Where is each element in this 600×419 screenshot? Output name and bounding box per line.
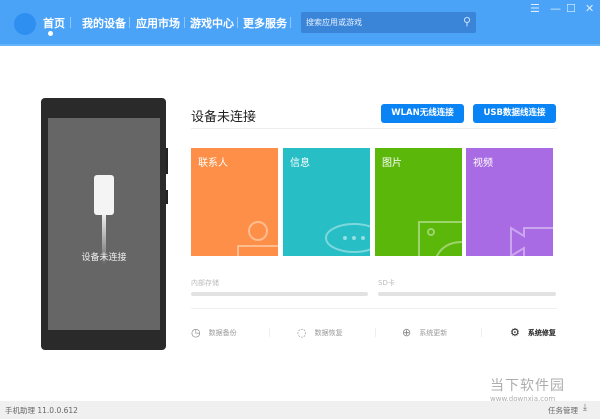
contact-icon [237,221,278,256]
tile-messages[interactable]: 信息 [283,148,370,256]
divider [237,17,238,28]
search-placeholder: 搜索应用或游戏 [306,18,362,27]
divider [191,308,557,309]
task-manager-link[interactable]: 任务管理 [548,405,578,416]
restore-icon: ◌ [297,326,307,339]
nav-app-market[interactable]: 应用市场 [136,15,180,31]
divider [129,17,130,28]
phone-side-key [166,190,168,204]
message-icon [325,223,370,253]
nav-more-services[interactable]: 更多服务 [243,15,287,31]
version-text: 手机助理 11.0.0.612 [5,406,78,415]
status-bar: 手机助理 11.0.0.612 任务管理 ⤓ [0,401,600,419]
internal-storage-label: 内部存储 [191,279,219,287]
system-repair-button[interactable]: ⚙ 系统修复 [510,326,556,339]
tile-label: 视频 [473,158,493,169]
usb-plug-icon [94,175,114,215]
maximize-icon[interactable]: ☐ [566,2,576,15]
phone-side-key [166,148,168,174]
nav-game-center[interactable]: 游戏中心 [190,15,234,31]
menu-icon[interactable]: ☰ [530,2,540,15]
connection-status-title: 设备未连接 [191,110,257,125]
tile-label: 联系人 [198,158,228,169]
sd-card-label: SD卡 [378,279,395,287]
download-icon[interactable]: ⤓ [583,403,587,413]
internal-storage-bar [191,292,368,296]
minimize-icon[interactable]: — [550,2,561,15]
app-logo[interactable] [14,13,36,35]
data-backup-button[interactable]: ◷ 数据备份 [191,326,237,339]
close-icon[interactable]: ✕ [585,2,594,15]
clock-icon: ◷ [191,326,201,339]
divider [184,17,185,28]
action-label: 系统更新 [419,328,448,337]
tile-pictures[interactable]: 图片 [375,148,462,256]
tile-label: 信息 [290,158,310,169]
picture-icon [418,221,462,256]
gear-icon: ⚙ [510,326,520,339]
action-label: 数据恢复 [314,328,343,337]
usb-connect-button[interactable]: USB数据线连接 [473,104,556,123]
search-input[interactable]: 搜索应用或游戏 ⚲ [301,12,476,33]
nav-home[interactable]: 首页 [43,15,65,31]
action-label: 系统修复 [527,328,556,337]
tile-label: 图片 [382,158,402,169]
watermark-text: 当下软件园 [490,378,565,394]
divider [290,17,291,28]
tile-videos[interactable]: 视频 [466,148,553,256]
divider [375,328,376,337]
active-indicator [48,31,53,36]
wlan-connect-button[interactable]: WLAN无线连接 [381,104,464,123]
top-bar: 首页 我的设备 应用市场 游戏中心 更多服务 搜索应用或游戏 ⚲ ☰ — ☐ ✕ [0,0,600,46]
upload-icon: ⊕ [402,326,412,339]
search-icon[interactable]: ⚲ [463,15,471,28]
divider [191,128,557,129]
action-label: 数据备份 [208,328,237,337]
screen-status-text: 设备未连接 [81,253,127,263]
divider [70,17,71,28]
watermark-logo: 当下软件园 www.downxia.com [490,375,565,403]
system-update-button[interactable]: ⊕ 系统更新 [402,326,447,339]
data-restore-button[interactable]: ◌ 数据恢复 [297,326,343,339]
video-icon [510,226,553,256]
tile-contacts[interactable]: 联系人 [191,148,278,256]
divider [269,328,270,337]
divider [481,328,482,337]
sd-card-bar [378,292,556,296]
nav-my-device[interactable]: 我的设备 [82,15,126,31]
